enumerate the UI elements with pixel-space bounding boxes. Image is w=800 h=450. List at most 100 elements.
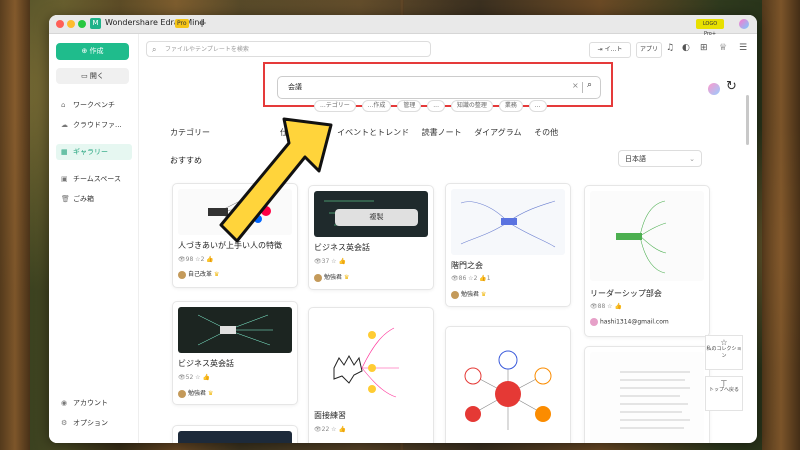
home-icon: ⌂ xyxy=(61,101,66,109)
template-card[interactable]: ビジネス英会話 👁52 ☆ 👍 勉強君 ♛ xyxy=(172,301,298,405)
eye-icon: 👁 xyxy=(314,258,322,265)
avatar xyxy=(178,389,186,398)
crown-icon: ♛ xyxy=(344,274,350,281)
template-card[interactable]: リーダーシップ部会 👁88 ☆ 👍 hashi1314@gmail.com xyxy=(584,185,710,337)
sidebar-item-team-space[interactable]: ▣ チームスペース xyxy=(56,171,132,187)
card-thumbnail xyxy=(178,431,292,443)
card-author[interactable]: 勉強君 ♛ xyxy=(451,289,486,299)
sidebar-item-workbench[interactable]: ⌂ ワークベンチ xyxy=(56,97,132,113)
card-thumbnail xyxy=(451,332,565,442)
category-label: カテゴリー xyxy=(170,128,210,137)
title-bar: M Wondershare EdrawMind Pro + LOGO Pro+ xyxy=(49,15,757,37)
card-title: 面接練習 xyxy=(314,411,346,420)
import-icon: ⇥ xyxy=(597,46,605,53)
new-tab-button[interactable]: + xyxy=(197,16,207,30)
app-window: M Wondershare EdrawMind Pro + LOGO Pro+ … xyxy=(49,15,757,443)
template-card[interactable] xyxy=(584,346,710,443)
sidebar-item-options[interactable]: ⚙ オプション xyxy=(56,415,132,431)
theme-icon[interactable]: ◐ xyxy=(682,43,690,53)
card-author[interactable]: 自己改革 ♛ xyxy=(178,269,219,279)
scrollbar[interactable] xyxy=(746,95,749,145)
settings-icon: ⚙ xyxy=(61,419,68,427)
card-thumbnail xyxy=(451,189,565,255)
zoom-window-button[interactable] xyxy=(78,20,86,28)
eye-icon: 👁 xyxy=(178,374,186,381)
tag-0[interactable]: ...テゴリー xyxy=(314,100,356,112)
crown-icon: ♛ xyxy=(214,271,220,278)
card-thumbnail xyxy=(314,313,428,403)
search-tags: ...テゴリー ...作成 管理 ... 知識の整理 業務 ... xyxy=(314,100,551,112)
avatar xyxy=(178,270,186,279)
team-icon: ▣ xyxy=(61,175,68,183)
tag-6[interactable]: ... xyxy=(528,100,547,112)
tag-2[interactable]: 管理 xyxy=(397,100,422,112)
tag-1[interactable]: ...作成 xyxy=(361,100,392,112)
category-tab-events[interactable]: イベントとトレンド xyxy=(337,128,409,137)
close-window-button[interactable] xyxy=(56,20,64,28)
template-card[interactable]: 面接練習 👁22 ☆ 👍 xyxy=(308,307,434,443)
plus-circle-icon: ⊕ xyxy=(81,47,90,55)
list-icon[interactable]: ☰ xyxy=(739,43,747,53)
trash-icon: 🗑 xyxy=(61,195,70,203)
duplicate-button[interactable]: 複製 xyxy=(335,209,418,226)
pointer-arrow-annotation xyxy=(219,117,333,243)
account-icon: ◉ xyxy=(61,399,68,407)
import-button[interactable]: ⇥ イ...ト xyxy=(589,42,631,58)
card-meta: 👁22 ☆ 👍 xyxy=(314,426,346,433)
eye-icon: 👁 xyxy=(590,303,598,310)
avatar xyxy=(590,318,598,326)
recommended-tab[interactable]: おすすめ xyxy=(170,155,202,166)
open-button[interactable]: ▭ 開く xyxy=(56,68,129,84)
sidebar-item-cloud[interactable]: ☁ クラウドファ... xyxy=(56,117,132,133)
card-title: ビジネス英会話 xyxy=(178,359,234,368)
file-template-search-input[interactable]: ⌕ ファイルやテンプレートを検索 xyxy=(146,41,431,57)
minimize-window-button[interactable] xyxy=(67,20,75,28)
user-avatar[interactable] xyxy=(739,19,749,29)
eye-icon: 👁 xyxy=(451,275,459,282)
card-title: リーダーシップ部会 xyxy=(590,289,662,298)
app-button[interactable]: アプリ xyxy=(636,42,662,58)
bell-icon[interactable]: ♫ xyxy=(666,43,674,53)
card-meta: 👁98 ☆2 👍 xyxy=(178,256,214,263)
tag-5[interactable]: 業務 xyxy=(498,100,523,112)
refresh-icon[interactable]: ↻ xyxy=(726,79,737,94)
promo-badge[interactable]: LOGO Pro+ xyxy=(696,19,724,37)
create-button[interactable]: ⊕ 作成 xyxy=(56,43,129,60)
template-card[interactable]: 階門之会 👁86 ☆2 👍1 勉強君 ♛ xyxy=(445,183,571,307)
pro-badge: Pro xyxy=(175,19,189,28)
search-icon: ⌕ xyxy=(152,45,157,54)
my-collection-button[interactable]: ☆ 私のコレクション xyxy=(705,335,743,370)
sidebar-item-trash[interactable]: 🗑 ごみ箱 xyxy=(56,191,132,207)
card-meta: 👁86 ☆2 👍1 xyxy=(451,275,491,282)
card-meta: 👁88 ☆ 👍 xyxy=(590,303,622,310)
category-tab-diagram[interactable]: ダイアグラム xyxy=(474,128,521,137)
card-author[interactable]: 勉強君 ♛ xyxy=(178,388,213,398)
card-thumbnail xyxy=(590,191,704,281)
chevron-down-icon: ⌄ xyxy=(689,155,695,163)
star-icon: ☆ xyxy=(720,338,728,347)
category-tab-reading[interactable]: 読書ノート xyxy=(422,128,462,137)
sidebar-item-gallery[interactable]: ▦ ギャラリー xyxy=(56,144,132,160)
avatar[interactable] xyxy=(708,83,720,95)
shirt-icon[interactable]: ♕ xyxy=(719,43,727,53)
folder-icon: ▭ xyxy=(81,72,90,80)
tag-4[interactable]: 知識の整理 xyxy=(450,100,493,112)
eye-icon: 👁 xyxy=(314,426,322,433)
card-author[interactable]: 勉強君 ♛ xyxy=(314,272,349,282)
card-meta: 👁52 ☆ 👍 xyxy=(178,374,210,381)
card-thumbnail xyxy=(178,307,292,353)
crown-icon: ♛ xyxy=(481,291,487,298)
tag-3[interactable]: ... xyxy=(427,100,445,112)
template-card[interactable] xyxy=(445,326,571,443)
template-card[interactable] xyxy=(172,425,298,443)
category-tab-other[interactable]: その他 xyxy=(534,128,558,137)
sidebar-item-account[interactable]: ◉ アカウント xyxy=(56,395,132,411)
language-select[interactable]: 日本語 ⌄ xyxy=(618,150,702,167)
back-to-top-icon: ⊤ xyxy=(720,379,728,388)
gallery-icon: ▦ xyxy=(61,148,68,156)
avatar xyxy=(314,273,322,282)
grid-menu-icon[interactable]: ⊞ xyxy=(700,43,708,53)
card-author[interactable]: hashi1314@gmail.com xyxy=(590,318,669,326)
back-to-top-button[interactable]: ⊤ トップへ戻る xyxy=(705,376,743,411)
card-meta: 👁37 ☆ 👍 xyxy=(314,258,346,265)
